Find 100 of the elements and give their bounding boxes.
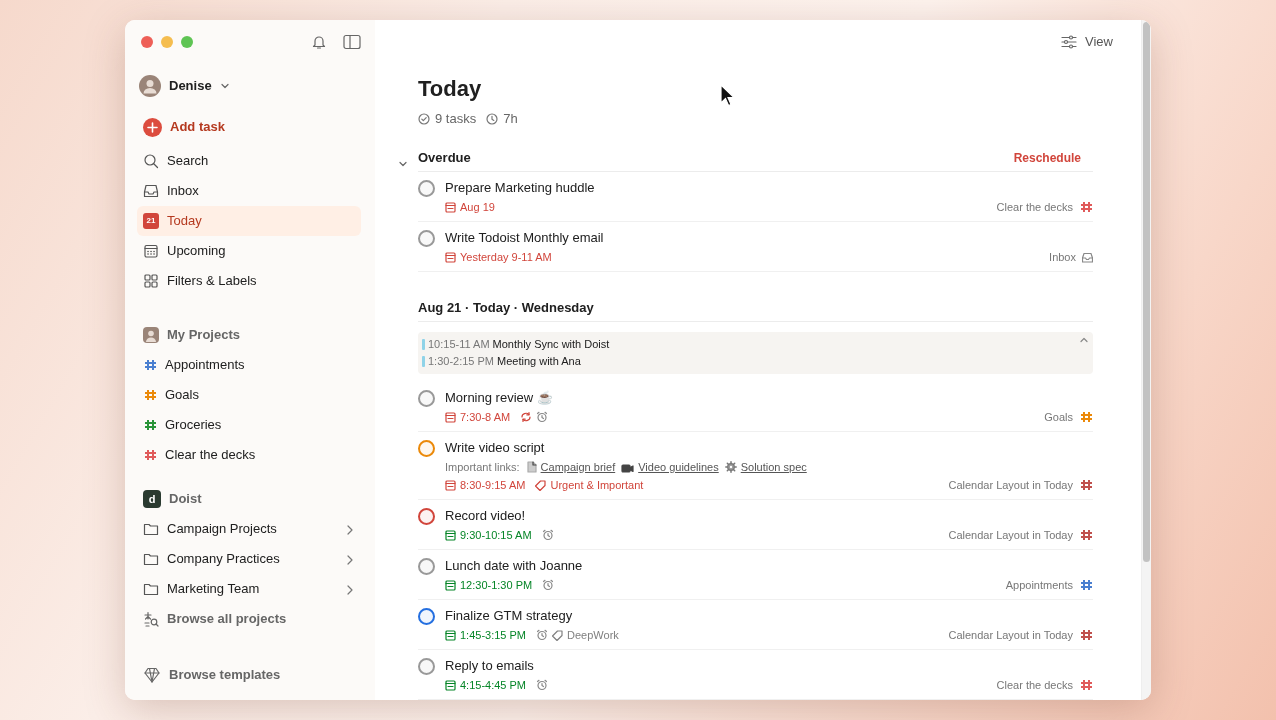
avatar[interactable]	[139, 75, 161, 97]
caret-icon	[219, 82, 230, 90]
due-date: Aug 19	[460, 199, 495, 215]
section-title: Overdue	[418, 148, 471, 167]
calendar-icon	[445, 251, 456, 263]
task-checkbox[interactable]	[418, 180, 435, 197]
template-icon	[143, 666, 161, 684]
chevron-right-icon	[345, 523, 355, 536]
task-checkbox[interactable]	[418, 390, 435, 407]
description-text: Important links:	[445, 459, 520, 475]
minimize-button[interactable]	[161, 36, 173, 48]
grid-icon	[143, 273, 159, 289]
event-title[interactable]: Meeting with Ana	[497, 353, 581, 370]
cursor-icon	[720, 84, 736, 108]
folder-icon	[143, 552, 159, 566]
zoom-button[interactable]	[181, 36, 193, 48]
task-checkbox[interactable]	[418, 558, 435, 575]
video-camera-icon	[621, 461, 635, 473]
event-time: 10:15-11 AM	[428, 337, 490, 353]
page-title: Today	[418, 74, 482, 103]
reschedule-button[interactable]: Reschedule	[1013, 148, 1093, 167]
project-name[interactable]: Clear the decks	[996, 676, 1073, 694]
link[interactable]: Campaign brief	[540, 458, 616, 476]
search-icon	[143, 153, 159, 169]
sidebar-item[interactable]: Clear the decks	[137, 440, 361, 470]
task-title[interactable]: Prepare Marketing huddle	[445, 178, 1093, 198]
chevron-right-icon	[345, 583, 355, 596]
stat-text: 7h	[503, 109, 518, 128]
task-title[interactable]: Finalize GTM strategy	[445, 606, 1093, 626]
sidebar-item[interactable]: Marketing Team	[137, 574, 361, 604]
due-date: 8:30-9:15 AM	[460, 477, 526, 493]
events-panel[interactable]: 10:15-11 AM Monthly Sync with Doist 1:30-2:15 PM Meeting with Ana	[418, 332, 1093, 374]
sidebar-item[interactable]: Filters & Labels	[137, 266, 361, 296]
sidebar-item[interactable]: Goals	[137, 380, 361, 410]
sidebar-item[interactable]: Inbox	[137, 176, 361, 206]
view-button[interactable]: View	[1055, 31, 1119, 53]
close-button[interactable]	[141, 36, 153, 48]
inbox-icon	[1082, 251, 1093, 263]
browse-templates-button[interactable]: Browse templates	[137, 660, 361, 690]
sidebar-item[interactable]: Company Practices	[137, 544, 361, 574]
task-title[interactable]: Lunch date with Joanne	[445, 556, 1093, 576]
calendar-icon	[445, 679, 456, 691]
task-checkbox[interactable]	[418, 440, 435, 457]
chevron-right-icon	[345, 553, 355, 566]
project-name[interactable]: Clear the decks	[996, 198, 1073, 216]
sidebar-item[interactable]: Appointments	[137, 350, 361, 380]
task-checkbox[interactable]	[418, 508, 435, 525]
sidebar-item[interactable]: Upcoming	[137, 236, 361, 266]
task-checkbox[interactable]	[418, 608, 435, 625]
inbox-icon	[143, 183, 159, 199]
stat-text: 9 tasks	[435, 109, 477, 128]
tag-icon	[552, 629, 564, 641]
project-name[interactable]: Calendar Layout in Today	[948, 476, 1073, 494]
due-date: Yesterday 9-11 AM	[460, 249, 552, 265]
calendar-icon	[445, 579, 456, 591]
group-title[interactable]: My Projects	[167, 325, 240, 345]
scrollbar-thumb[interactable]	[1143, 22, 1150, 562]
task-checkbox[interactable]	[418, 658, 435, 675]
project-name[interactable]: Appointments	[1005, 576, 1073, 594]
calendar-icon: 21	[143, 213, 159, 229]
sidebar-item[interactable]: Campaign Projects	[137, 514, 361, 544]
bell-icon	[311, 34, 327, 50]
due-date: 7:30-8 AM	[460, 409, 511, 425]
project-name[interactable]: Calendar Layout in Today	[948, 526, 1073, 544]
link[interactable]: Solution spec	[740, 458, 807, 476]
label[interactable]: Urgent & Important	[550, 476, 644, 494]
sidebar-item[interactable]: Groceries	[137, 410, 361, 440]
project-name[interactable]: Calendar Layout in Today	[948, 626, 1073, 644]
event-title[interactable]: Monthly Sync with Doist	[492, 336, 610, 353]
sidebar-item[interactable]: Search	[137, 146, 361, 176]
task-checkbox[interactable]	[418, 230, 435, 247]
calendar-icon	[143, 243, 159, 259]
check-circle-icon	[418, 112, 430, 125]
calendar-icon	[445, 411, 456, 423]
project-name[interactable]: Inbox	[1049, 248, 1076, 266]
sidebar-item[interactable]: Browse all projects	[137, 604, 361, 634]
folder-icon	[143, 582, 159, 596]
document-icon	[526, 461, 537, 473]
task-title[interactable]: Write video script	[445, 438, 1093, 458]
due-date: 1:45-3:15 PM	[460, 627, 527, 643]
link[interactable]: Video guidelines	[638, 458, 719, 476]
tag-icon	[535, 479, 547, 491]
due-date: 12:30-1:30 PM	[460, 577, 533, 593]
task-title[interactable]: Record video!	[445, 506, 1093, 526]
calendar-icon	[445, 479, 456, 491]
due-date: 4:15-4:45 PM	[460, 677, 527, 693]
calendar-icon	[445, 629, 456, 641]
workspace-avatar: d	[143, 490, 161, 508]
group-title[interactable]: Doist	[169, 489, 202, 509]
task-title[interactable]: Morning review ☕	[445, 388, 1093, 408]
user-name[interactable]: Denise	[169, 76, 212, 96]
project-name[interactable]: Goals	[1044, 408, 1073, 426]
sidebar-item[interactable]: 21 Today	[137, 206, 361, 236]
task-title[interactable]: Reply to emails	[445, 656, 1093, 676]
add-task-button[interactable]: Add task	[137, 112, 361, 142]
label[interactable]: DeepWork	[567, 626, 619, 644]
event-time: 1:30-2:15 PM	[428, 354, 495, 370]
task-title[interactable]: Write Todoist Monthly email	[445, 228, 1093, 248]
calendar-icon	[445, 201, 456, 213]
sidebar-toggle-icon	[343, 34, 361, 50]
